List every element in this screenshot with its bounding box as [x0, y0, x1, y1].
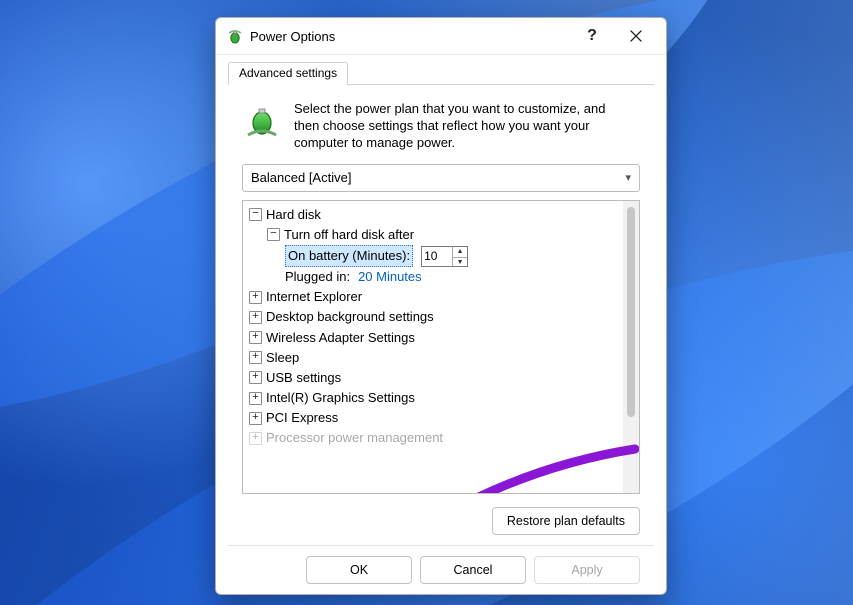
plan-dropdown[interactable]: Balanced [Active] ▾: [242, 164, 640, 192]
tree-item-intel-graphics[interactable]: Intel(R) Graphics Settings: [247, 388, 621, 408]
tab-advanced-settings[interactable]: Advanced settings: [228, 62, 348, 85]
on-battery-spinner[interactable]: ▲ ▼: [421, 246, 468, 267]
plus-icon[interactable]: [249, 432, 262, 445]
settings-tree-container: Hard disk Turn off hard disk after On ba…: [242, 200, 640, 494]
tree-item-label: Desktop background settings: [266, 307, 434, 327]
tree-item-label: Sleep: [266, 348, 299, 368]
minus-icon[interactable]: [267, 228, 280, 241]
tree-item-sleep[interactable]: Sleep: [247, 348, 621, 368]
tabstrip: Advanced settings: [228, 59, 654, 85]
titlebar: Power Options ?: [216, 18, 666, 55]
tree-item-label: Internet Explorer: [266, 287, 362, 307]
chevron-down-icon: ▾: [625, 171, 631, 184]
intro-text: Select the power plan that you want to c…: [294, 101, 614, 152]
battery-icon: [226, 27, 244, 45]
button-label: Apply: [571, 563, 602, 577]
settings-tree[interactable]: Hard disk Turn off hard disk after On ba…: [243, 201, 623, 493]
tree-item-label: USB settings: [266, 368, 341, 388]
plus-icon[interactable]: [249, 331, 262, 344]
plus-icon[interactable]: [249, 311, 262, 324]
tree-item-label: Hard disk: [266, 205, 321, 225]
on-battery-input[interactable]: [422, 249, 452, 263]
minus-icon[interactable]: [249, 208, 262, 221]
power-plan-icon: [242, 101, 282, 144]
button-label: OK: [350, 563, 368, 577]
window-title: Power Options: [250, 29, 570, 44]
tree-item-desktop-background[interactable]: Desktop background settings: [247, 307, 621, 327]
setting-on-battery[interactable]: On battery (Minutes): ▲ ▼: [247, 245, 621, 267]
setting-plugged-in[interactable]: Plugged in: 20 Minutes: [247, 267, 621, 287]
tree-item-label: Wireless Adapter Settings: [266, 328, 415, 348]
intro: Select the power plan that you want to c…: [242, 101, 640, 152]
ok-button[interactable]: OK: [306, 556, 412, 584]
tree-item-wireless-adapter[interactable]: Wireless Adapter Settings: [247, 328, 621, 348]
client-area: Advanced settings: [216, 55, 666, 594]
setting-label: On battery (Minutes):: [285, 245, 413, 267]
tree-item-processor-power[interactable]: Processor power management: [247, 428, 621, 448]
tree-item-label: Processor power management: [266, 428, 443, 448]
apply-button[interactable]: Apply: [534, 556, 640, 584]
plus-icon[interactable]: [249, 371, 262, 384]
tree-item-internet-explorer[interactable]: Internet Explorer: [247, 287, 621, 307]
spin-up-icon[interactable]: ▲: [453, 247, 467, 259]
help-button[interactable]: ?: [570, 18, 614, 54]
tree-item-pci-express[interactable]: PCI Express: [247, 408, 621, 428]
tree-item-label: Intel(R) Graphics Settings: [266, 388, 415, 408]
plan-selected-value: Balanced [Active]: [251, 170, 351, 185]
tree-item-label: PCI Express: [266, 408, 338, 428]
restore-defaults-button[interactable]: Restore plan defaults: [492, 507, 640, 535]
plus-icon[interactable]: [249, 351, 262, 364]
tree-item-usb-settings[interactable]: USB settings: [247, 368, 621, 388]
tab-label: Advanced settings: [239, 66, 337, 80]
spinbox[interactable]: ▲ ▼: [452, 247, 467, 266]
setting-label: Plugged in:: [285, 267, 350, 287]
tree-item-label: Turn off hard disk after: [284, 225, 414, 245]
dialog-footer: OK Cancel Apply: [228, 545, 654, 584]
power-options-dialog: Power Options ? Advanced settings: [215, 17, 667, 595]
scrollbar-thumb[interactable]: [627, 207, 635, 417]
tab-body: Select the power plan that you want to c…: [228, 85, 654, 545]
tree-item-turn-off-hard-disk[interactable]: Turn off hard disk after: [247, 225, 621, 245]
close-button[interactable]: [614, 18, 658, 54]
plugged-in-value[interactable]: 20 Minutes: [358, 267, 422, 287]
restore-row: Restore plan defaults: [242, 494, 640, 535]
button-label: Restore plan defaults: [507, 514, 625, 528]
plus-icon[interactable]: [249, 291, 262, 304]
plus-icon[interactable]: [249, 392, 262, 405]
spin-down-icon[interactable]: ▼: [453, 258, 467, 269]
button-label: Cancel: [454, 563, 493, 577]
cancel-button[interactable]: Cancel: [420, 556, 526, 584]
plus-icon[interactable]: [249, 412, 262, 425]
tree-item-hard-disk[interactable]: Hard disk: [247, 205, 621, 225]
scrollbar[interactable]: [623, 201, 639, 493]
